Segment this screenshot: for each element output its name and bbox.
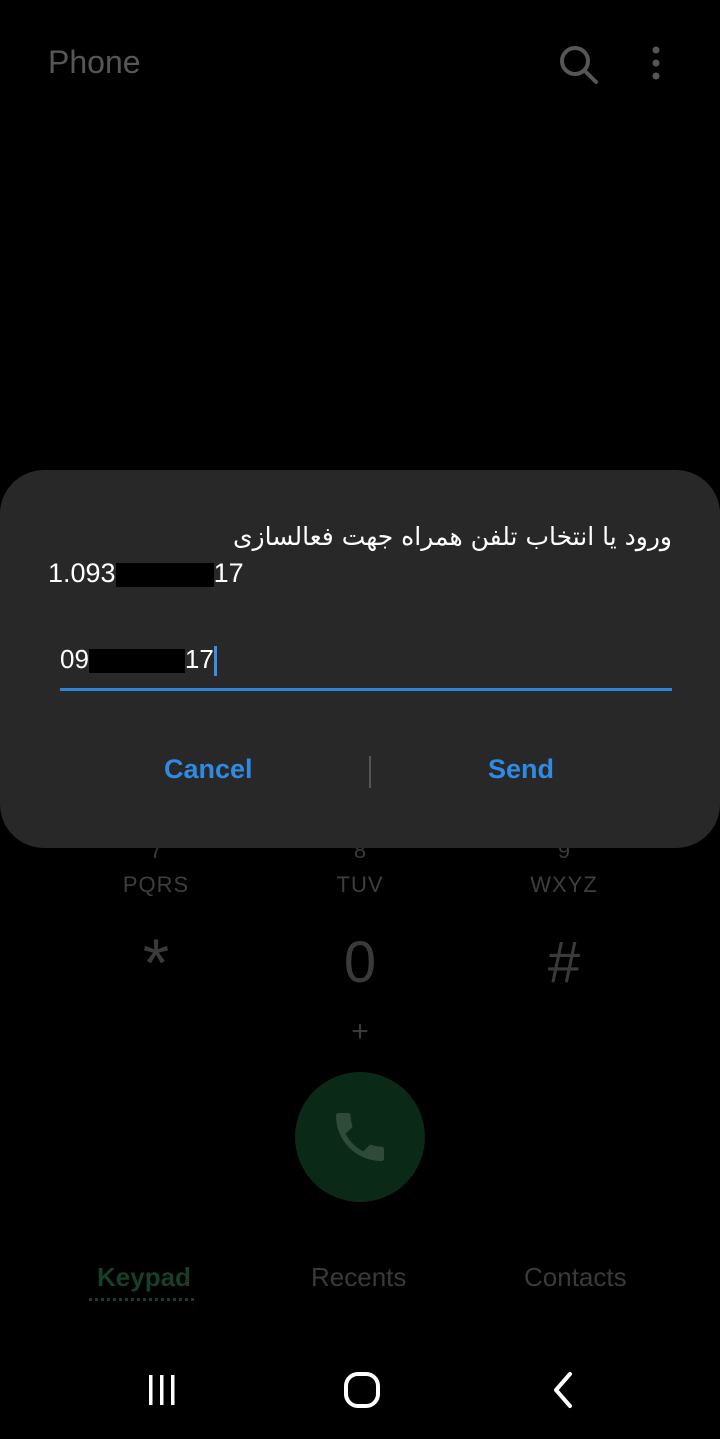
send-button[interactable]: Send — [488, 754, 554, 785]
phone-number-input[interactable]: 09 17 — [60, 640, 672, 691]
key-7[interactable]: 7 PQRS — [56, 846, 256, 898]
page-title: Phone — [48, 44, 141, 80]
more-vertical-icon[interactable] — [640, 42, 672, 86]
key-star[interactable]: * — [56, 928, 256, 1002]
cancel-button[interactable]: Cancel — [164, 754, 253, 785]
key-hash[interactable]: # — [464, 928, 664, 998]
keypad-row: 7 PQRS 8 TUV 9 WXYZ — [0, 846, 720, 932]
key-digit: 9 — [557, 846, 571, 863]
tab-recents[interactable]: Recents — [311, 1262, 406, 1293]
call-button[interactable] — [295, 1072, 425, 1202]
key-letters: TUV — [336, 872, 384, 897]
key-letters: WXYZ — [530, 872, 598, 897]
key-star-label: * — [142, 925, 170, 1001]
redacted-block — [88, 649, 185, 674]
dialog-title: ورود یا انتخاب تلفن همراه جهت فعالسازی — [232, 522, 672, 551]
key-0[interactable]: 0 — [260, 928, 460, 998]
phone-number-input-text: 09 17 — [60, 644, 217, 677]
key-0-plus: + — [351, 1015, 369, 1048]
redacted-block — [115, 562, 214, 587]
key-0-label: 0 — [343, 930, 377, 995]
dialog-message: 1.093 17 — [48, 558, 244, 589]
input-suffix: 17 — [184, 644, 214, 674]
dialog-button-divider — [369, 756, 371, 788]
dialog-message-prefix: 1.093 — [48, 558, 116, 588]
tab-keypad-indicator — [89, 1298, 194, 1301]
text-cursor — [213, 646, 217, 677]
search-icon[interactable] — [556, 42, 600, 86]
recent-apps-icon[interactable] — [140, 1365, 184, 1415]
key-digit: 7 — [149, 846, 163, 863]
back-icon[interactable] — [544, 1365, 584, 1415]
dialog-message-suffix: 17 — [213, 558, 244, 588]
key-hash-label: # — [547, 930, 581, 995]
key-digit: 8 — [353, 846, 367, 863]
key-8[interactable]: 8 TUV — [260, 846, 460, 898]
key-9[interactable]: 9 WXYZ — [464, 846, 664, 898]
phone-icon — [336, 1113, 384, 1161]
key-letters: PQRS — [122, 872, 190, 897]
tab-keypad[interactable]: Keypad — [97, 1262, 191, 1293]
activation-dialog: ورود یا انتخاب تلفن همراه جهت فعالسازی 1… — [0, 470, 720, 848]
input-prefix: 09 — [60, 644, 89, 674]
tab-contacts[interactable]: Contacts — [524, 1262, 627, 1293]
home-icon[interactable] — [338, 1365, 386, 1415]
